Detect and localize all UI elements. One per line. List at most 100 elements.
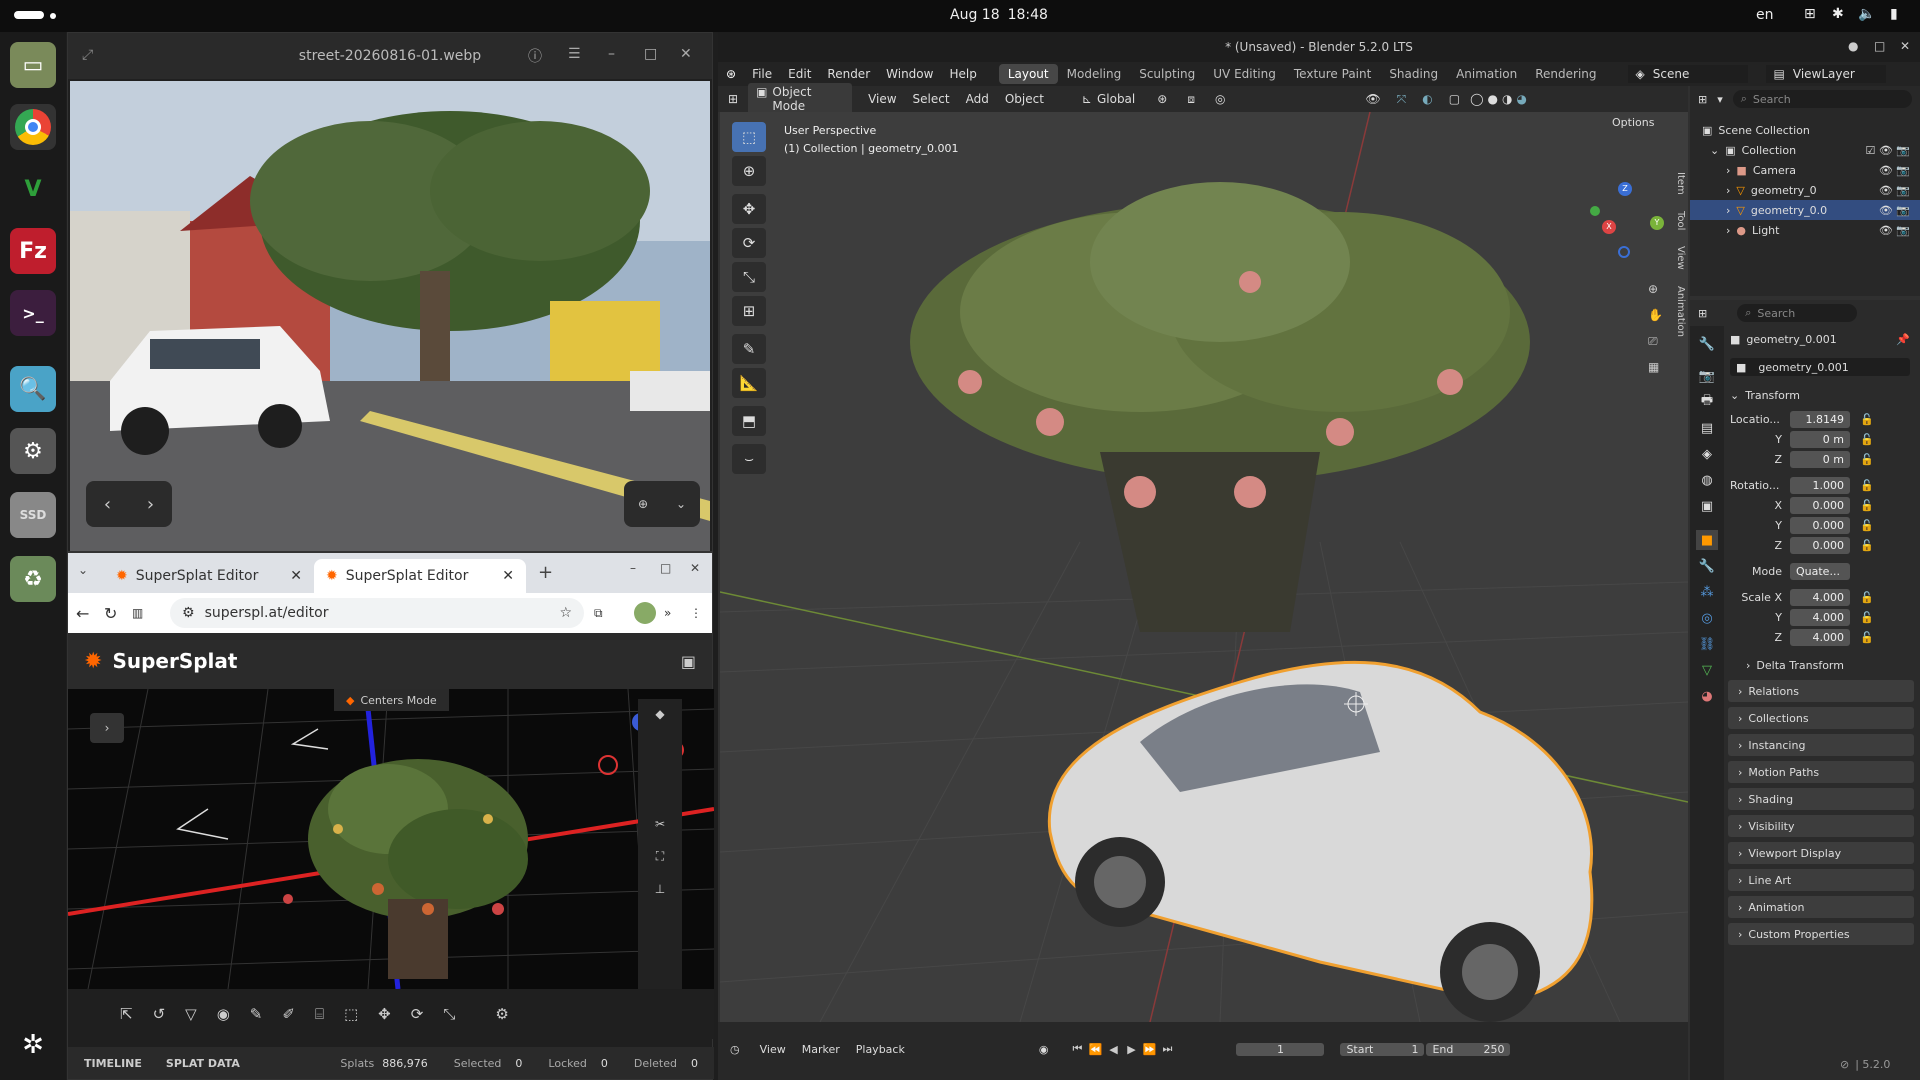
visibility-icon[interactable]: 👁 <box>1365 92 1380 106</box>
camera-view-icon[interactable]: ⎚ <box>1648 334 1658 349</box>
kebab-menu-icon[interactable]: ⋮ <box>690 606 704 620</box>
measure-tool-icon[interactable]: 📐 <box>732 368 766 398</box>
orientation-dropdown[interactable]: ⊾ Global <box>1082 92 1135 106</box>
zoom-icon[interactable]: ⊕ <box>638 497 648 511</box>
reload-icon[interactable]: ↻ <box>104 604 132 623</box>
close-icon[interactable]: ✕ <box>1900 39 1910 53</box>
output-props-icon[interactable]: 🖶 <box>1696 392 1718 412</box>
menu-file[interactable]: File <box>744 67 780 81</box>
profile-avatar[interactable] <box>634 602 656 624</box>
lock-icon[interactable]: 🔓 <box>1860 479 1874 492</box>
blender-logo-icon[interactable]: ⊛ <box>718 67 744 81</box>
rotation-w-field[interactable]: 1.000 <box>1790 476 1850 494</box>
menu-edit[interactable]: Edit <box>780 67 819 81</box>
url-bar[interactable]: ⚙ superspl.at/editor ☆ <box>170 598 584 628</box>
physics-props-icon[interactable]: ◎ <box>1696 608 1718 628</box>
panel-line-art[interactable]: › Line Art <box>1728 869 1914 891</box>
delta-transform-panel[interactable]: › Delta Transform <box>1746 656 1920 674</box>
viewlayer-selector[interactable]: ▤ ViewLayer <box>1765 65 1886 83</box>
splat-data-tab[interactable]: SPLAT DATA <box>158 1057 248 1070</box>
language-indicator[interactable]: en <box>1756 7 1774 23</box>
site-info-icon[interactable]: ⚙ <box>182 605 195 621</box>
lock-icon[interactable]: 🔓 <box>1860 631 1874 644</box>
panel-collections[interactable]: › Collections <box>1728 707 1914 729</box>
panel-relations[interactable]: › Relations <box>1728 680 1914 702</box>
autokey-icon[interactable]: ◉ <box>1039 1043 1049 1056</box>
start-frame-field[interactable]: Start 1 <box>1340 1042 1425 1056</box>
bluetooth-icon[interactable]: ✱ <box>1832 6 1844 22</box>
maximize-icon[interactable]: □ <box>644 46 657 62</box>
outliner-search[interactable]: ⌕ Search <box>1732 90 1912 108</box>
shading-rendered-icon[interactable]: ◕ <box>1517 92 1527 106</box>
navigation-gizmo[interactable]: Z Y X <box>1588 182 1668 262</box>
workspace-layout[interactable]: Layout <box>998 64 1058 84</box>
particles-props-icon[interactable]: ⁂ <box>1696 582 1718 602</box>
tool-props-icon[interactable]: 🔧 <box>1696 334 1718 354</box>
panel-shading[interactable]: › Shading <box>1728 788 1914 810</box>
chrome-icon[interactable] <box>10 104 56 150</box>
overlay-icon[interactable]: ◐ <box>1422 92 1432 106</box>
current-frame-field[interactable]: 1 <box>1236 1042 1325 1056</box>
menu-select[interactable]: Select <box>905 92 958 106</box>
pin-icon[interactable]: 📌 <box>1896 333 1910 346</box>
sidebar-tab-view[interactable]: View <box>1670 246 1686 270</box>
box-select-icon[interactable]: ⬚ <box>344 1005 358 1023</box>
image-viewer-icon[interactable]: 🔍 <box>10 366 56 412</box>
workspace-modeling[interactable]: Modeling <box>1058 64 1131 84</box>
menu-icon[interactable]: ☰ <box>568 46 581 62</box>
maximize-icon[interactable]: □ <box>660 561 671 575</box>
axis-x-icon[interactable]: X <box>1602 220 1616 234</box>
data-props-icon[interactable]: ▽ <box>1696 660 1718 680</box>
settings-icon[interactable]: ⚙ <box>10 428 56 474</box>
maximize-icon[interactable]: □ <box>1874 39 1885 53</box>
next-image-icon[interactable]: › <box>147 494 154 515</box>
scale-tool-icon[interactable]: ⤡ <box>732 262 766 292</box>
diamond-icon[interactable]: ◆ <box>655 707 664 721</box>
jump-start-icon[interactable]: ⏮ <box>1068 1042 1086 1056</box>
close-tab-icon[interactable]: ✕ <box>290 568 302 584</box>
panel-toggle-icon[interactable]: ▣ <box>681 652 696 671</box>
panel-visibility[interactable]: › Visibility <box>1728 815 1914 837</box>
object-mode-dropdown[interactable]: ▣ Object Mode <box>748 83 853 115</box>
menu-object[interactable]: Object <box>997 92 1052 106</box>
pivot-icon[interactable]: ⊛ <box>1157 92 1167 106</box>
menu-render[interactable]: Render <box>819 67 878 81</box>
3d-viewport[interactable]: User Perspective (1) Collection | geomet… <box>720 112 1688 1022</box>
sidebar-tab-animation[interactable]: Animation <box>1670 286 1686 337</box>
scale-icon[interactable]: ⤡ <box>443 1005 455 1023</box>
menu-view[interactable]: View <box>860 92 904 106</box>
minimize-icon[interactable]: ● <box>1848 39 1858 53</box>
panel-viewport-display[interactable]: › Viewport Display <box>1728 842 1914 864</box>
object-name-row[interactable]: ■ geometry_0.001 📌 <box>1730 330 1910 348</box>
trash-icon[interactable]: ♻ <box>10 556 56 602</box>
perspective-grid-icon[interactable]: ▦ <box>1648 360 1659 374</box>
select-tool-icon[interactable]: ⬚ <box>732 122 766 152</box>
rotation-z-field[interactable]: 0.000 <box>1790 536 1850 554</box>
editor-type-icon[interactable]: ⊞ <box>728 92 738 106</box>
lock-icon[interactable]: 🔓 <box>1860 499 1874 512</box>
workspace-rendering[interactable]: Rendering <box>1526 64 1605 84</box>
activities-indicator[interactable] <box>14 11 44 19</box>
lock-icon[interactable]: 🔓 <box>1860 433 1874 446</box>
menu-help[interactable]: Help <box>941 67 984 81</box>
close-icon[interactable]: ✕ <box>680 46 692 62</box>
close-icon[interactable]: ✕ <box>690 561 700 575</box>
expand-panel-button[interactable]: › <box>90 713 124 743</box>
outliner-item-light[interactable]: › ● Light 👁 📷 <box>1690 220 1920 240</box>
panel-custom-properties[interactable]: › Custom Properties <box>1728 923 1914 945</box>
workspace-texture-paint[interactable]: Texture Paint <box>1285 64 1380 84</box>
scissors-icon[interactable]: ✂ <box>655 817 665 831</box>
gizmo-icon[interactable]: ⤧ <box>1397 92 1407 107</box>
prev-image-icon[interactable]: ‹ <box>104 494 111 515</box>
timeline-tab[interactable]: TIMELINE <box>68 1057 158 1070</box>
panel-animation[interactable]: › Animation <box>1728 896 1914 918</box>
world-props-icon[interactable]: ◍ <box>1696 470 1718 490</box>
close-tab-icon[interactable]: ✕ <box>502 568 514 584</box>
snap-icon[interactable]: ⧈ <box>1187 92 1195 107</box>
outliner-item-geometry-0[interactable]: › ▽ geometry_0 👁 📷 <box>1690 180 1920 200</box>
panel-motion-paths[interactable]: › Motion Paths <box>1728 761 1914 783</box>
modifier-props-icon[interactable]: 🔧 <box>1696 556 1718 576</box>
scale-y-field[interactable]: 4.000 <box>1790 608 1850 626</box>
outliner-item-geometry-0-0[interactable]: › ▽ geometry_0.0 👁 📷 <box>1690 200 1920 220</box>
terminal-icon[interactable]: >_ <box>10 290 56 336</box>
